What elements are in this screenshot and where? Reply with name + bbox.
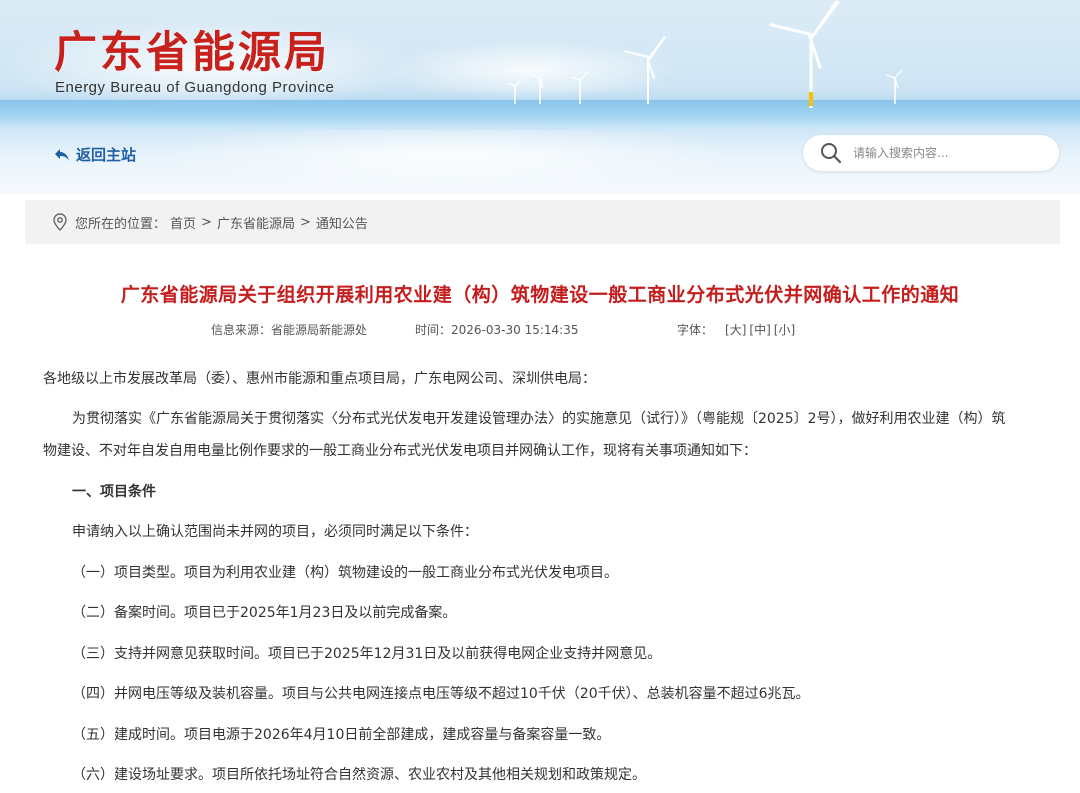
font-size-control: 字体： [大] [中] [小] [677, 321, 798, 338]
breadcrumb-label: 您所在的位置： [75, 216, 167, 232]
condition-item: （四）并网电压等级及装机容量。项目与公共电网连接点电压等级不超过10千伏（20千… [72, 686, 810, 702]
search-icon[interactable] [819, 141, 843, 165]
breadcrumb: 您所在的位置： 首页 > 广东省能源局 > 通知公告 [25, 200, 1060, 244]
back-arrow-icon [55, 148, 69, 161]
site-title: 广东省能源局 [54, 28, 330, 78]
time-value: 2026-03-30 15:14:35 [451, 323, 579, 337]
breadcrumb-separator: > [201, 214, 212, 230]
header-banner: 广东省能源局 Energy Bureau of Guangdong Provin… [0, 0, 1080, 195]
font-size-small[interactable]: [小] [774, 323, 795, 337]
search-input[interactable] [853, 146, 1043, 160]
source-value: 省能源局新能源处 [271, 323, 368, 337]
back-home-link[interactable]: 返回主站 [54, 144, 136, 165]
search-box [803, 135, 1059, 171]
section-heading: 一、项目条件 [72, 484, 156, 500]
back-home-label: 返回主站 [76, 146, 137, 164]
condition-item: （五）建成时间。项目电源于2026年4月10日前全部建成，建成容量与备案容量一致… [72, 727, 611, 743]
condition-item: （一）项目类型。项目为利用农业建（构）筑物建设的一般工商业分布式光伏发电项目。 [72, 565, 618, 581]
condition-item: （三）支持并网意见获取时间。项目已于2025年12月31日及以前获得电网企业支持… [72, 646, 662, 662]
font-size-large[interactable]: [大] [725, 323, 746, 337]
article-title: 广东省能源局关于组织开展利用农业建（构）筑物建设一般工商业分布式光伏并网确认工作… [120, 284, 960, 306]
site-subtitle: Energy Bureau of Guangdong Province [55, 79, 335, 96]
article-time: 时间：2026-03-30 15:14:35 [415, 321, 578, 338]
intro-line-1: 为贯彻落实《广东省能源局关于贯彻落实〈分布式光伏发电开发建设管理办法〉的实施意见… [72, 411, 1006, 427]
cloud-decoration [150, 120, 750, 190]
salutation: 各地级以上市发展改革局（委）、惠州市能源和重点项目局，广东电网公司、深圳供电局： [43, 371, 596, 387]
condition-item: （二）备案时间。项目已于2025年1月23日及以前完成备案。 [72, 605, 457, 621]
source-label: 信息来源： [211, 323, 272, 337]
intro-line-2: 物建设、不对年自发自用电量比例作要求的一般工商业分布式光伏发电项目并网确认工作，… [43, 443, 757, 459]
location-pin-icon [53, 213, 67, 231]
time-label: 时间： [415, 323, 452, 337]
breadcrumb-separator: > [299, 214, 311, 230]
breadcrumb-home[interactable]: 首页 [170, 213, 196, 232]
font-size-label: 字体： [677, 323, 714, 337]
font-size-medium[interactable]: [中] [749, 323, 770, 337]
breadcrumb-energy-bureau[interactable]: 广东省能源局 [217, 213, 295, 232]
article-source: 信息来源：省能源局新能源处 [211, 321, 367, 338]
condition-item: （六）建设场址要求。项目所依托场址符合自然资源、农业农村及其他相关规划和政策规定… [72, 767, 646, 783]
section-lead: 申请纳入以上确认范围尚未并网的项目，必须同时满足以下条件： [72, 524, 478, 540]
breadcrumb-notices[interactable]: 通知公告 [316, 213, 368, 232]
